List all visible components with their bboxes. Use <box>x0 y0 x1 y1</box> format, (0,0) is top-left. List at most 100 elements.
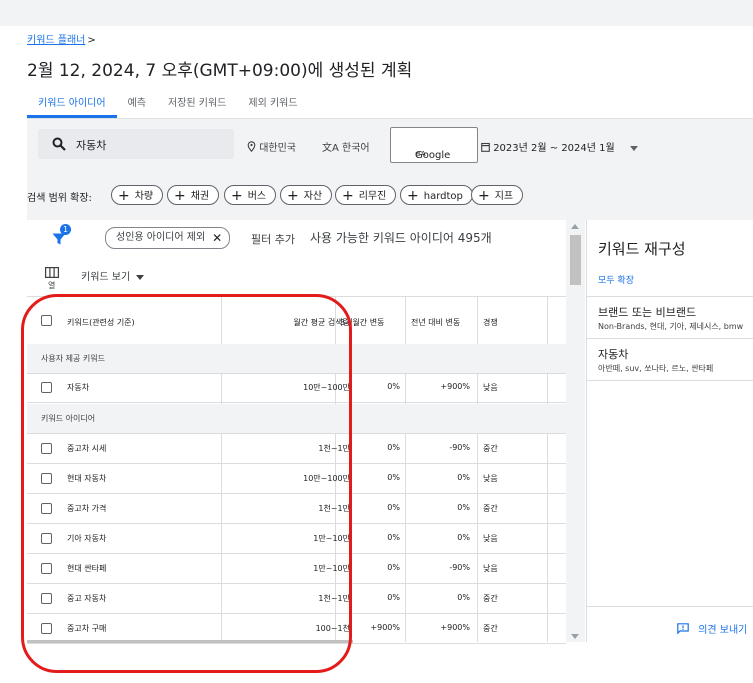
scroll-down-icon[interactable] <box>571 634 579 639</box>
yoy-cell: -90% <box>449 443 470 452</box>
date-range-label: 2023년 2월 ~ 2024년 1월 <box>493 143 615 154</box>
volume-cell: 10만~100만 <box>303 383 350 392</box>
scroll-up-icon[interactable] <box>571 224 579 229</box>
calendar-icon <box>481 142 490 154</box>
competition-cell: 낮음 <box>483 534 498 543</box>
column-header-yoy[interactable]: 전년 대비 변동 <box>411 317 460 328</box>
plus-icon: + <box>174 188 186 204</box>
table-row[interactable]: 중고 자동차 1천~1만 0% 0% 중간 <box>27 584 566 614</box>
location-label: 대한민국 <box>259 143 296 154</box>
column-header-three-month[interactable]: 3개월간 변동 <box>340 317 384 328</box>
competition-cell: 중간 <box>483 594 498 603</box>
three-month-cell: 0% <box>387 443 400 452</box>
tab-bar: 키워드 아이디어 예측 저장된 키워드 제외 키워드 <box>27 88 309 118</box>
column-header-competition[interactable]: 경쟁 <box>483 317 498 328</box>
table-row[interactable]: 자동차 10만~100만 0% +900% 낮음 <box>27 373 566 403</box>
broaden-chip[interactable]: + 리무진 <box>335 185 397 205</box>
broaden-chip[interactable]: + hardtop <box>400 185 473 205</box>
row-checkbox[interactable] <box>41 473 52 484</box>
broaden-chip[interactable]: + 지프 <box>471 185 524 205</box>
yoy-cell: 0% <box>457 503 470 512</box>
refine-group-brand-items: Non-Brands, 현대, 기아, 제네시스, bmw <box>598 322 744 331</box>
three-month-cell: 0% <box>387 533 400 542</box>
expand-all-link[interactable]: 모두 확장 <box>598 273 634 286</box>
table-row[interactable]: 현대 자동차 10만~100만 0% 0% 낮음 <box>27 464 566 494</box>
broaden-search-label: 검색 범위 확장: <box>27 193 92 204</box>
broaden-chip[interactable]: + 버스 <box>224 185 277 205</box>
yoy-cell: 0% <box>457 533 470 542</box>
three-month-cell: 0% <box>387 503 400 512</box>
breadcrumb[interactable]: 키워드 플래너 > <box>27 31 96 46</box>
row-checkbox[interactable] <box>41 503 52 514</box>
row-checkbox[interactable] <box>41 563 52 574</box>
select-all-checkbox[interactable] <box>41 315 52 326</box>
row-checkbox[interactable] <box>41 623 52 634</box>
feedback-label: 의견 보내기 <box>698 625 748 636</box>
table-header: 키워드(관련성 기준) 월간 평균 검색량 3개월간 변동 전년 대비 변동 경… <box>27 296 566 345</box>
broaden-chip[interactable]: + 차량 <box>111 185 164 205</box>
tab-keyword-ideas[interactable]: 키워드 아이디어 <box>27 88 117 118</box>
send-feedback-button[interactable]: 의견 보내기 <box>677 621 747 636</box>
competition-cell: 중간 <box>483 624 498 633</box>
yoy-cell: -90% <box>449 563 470 572</box>
add-filter-button[interactable]: 필터 추가 <box>251 231 295 247</box>
refine-keywords-title: 키워드 재구성 <box>598 240 686 258</box>
row-checkbox[interactable] <box>41 443 52 454</box>
competition-cell: 낮음 <box>483 474 498 483</box>
feedback-icon <box>677 623 689 636</box>
plus-icon: + <box>478 188 490 204</box>
yoy-cell: 0% <box>457 593 470 602</box>
horizontal-scrollbar[interactable] <box>27 640 353 643</box>
network-selector[interactable]: ≡A Google <box>390 127 478 163</box>
tab-forecast[interactable]: 예측 <box>117 88 157 118</box>
keyword-cell: 중고차 가격 <box>67 504 107 513</box>
keyword-cell: 중고 자동차 <box>67 594 107 603</box>
date-range-selector[interactable]: 2023년 2월 ~ 2024년 1월 <box>481 139 638 154</box>
row-checkbox[interactable] <box>41 533 52 544</box>
translate-icon: 文A <box>322 143 339 154</box>
keyword-search-box[interactable]: 자동차 <box>38 129 234 159</box>
broaden-chip[interactable]: + 자산 <box>280 185 333 205</box>
three-month-cell: 0% <box>387 473 400 482</box>
breadcrumb-link[interactable]: 키워드 플래너 <box>27 35 85 46</box>
competition-cell: 낮음 <box>483 564 498 573</box>
search-icon <box>52 136 66 155</box>
keyword-view-label: 키워드 보기 <box>81 272 131 283</box>
tab-saved-keywords[interactable]: 저장된 키워드 <box>157 88 237 118</box>
divider <box>587 296 753 297</box>
plus-icon: + <box>287 188 299 204</box>
table-row[interactable]: 중고차 시세 1천~1만 0% -90% 중간 <box>27 434 566 464</box>
column-header-keyword[interactable]: 키워드(관련성 기준) <box>67 317 135 328</box>
close-icon[interactable]: ✕ <box>212 228 222 248</box>
keyword-cell: 중고차 시세 <box>67 444 107 453</box>
table-row[interactable]: 현대 싼타페 1만~10만 0% -90% 낮음 <box>27 554 566 584</box>
table-row[interactable]: 기아 자동차 1만~10만 0% 0% 낮음 <box>27 524 566 554</box>
location-selector[interactable]: 대한민국 <box>247 139 296 154</box>
tab-negative-keywords[interactable]: 제외 키워드 <box>237 88 308 118</box>
three-month-cell: +900% <box>370 623 400 632</box>
refine-group-brand[interactable]: 브랜드 또는 비브랜드 <box>598 304 696 320</box>
filter-count-badge: 1 <box>60 224 71 235</box>
volume-cell: 1천~1만 <box>318 504 350 513</box>
section-keyword-ideas: 키워드 아이디어 <box>27 404 566 434</box>
divider <box>587 380 753 381</box>
row-checkbox[interactable] <box>41 382 52 393</box>
refine-group-car[interactable]: 자동차 <box>598 346 628 362</box>
divider <box>587 338 753 339</box>
keyword-view-dropdown[interactable]: 키워드 보기 <box>81 268 145 283</box>
keyword-cell: 현대 자동차 <box>67 474 107 483</box>
language-selector[interactable]: 文A 한국어 <box>322 139 370 154</box>
yoy-cell: +900% <box>440 382 470 391</box>
volume-cell: 10만~100만 <box>303 474 350 483</box>
table-row[interactable]: 중고차 가격 1천~1만 0% 0% 중간 <box>27 494 566 524</box>
dropdown-arrow-icon <box>629 145 638 151</box>
filter-chip-exclude-adult[interactable]: 성인용 아이디어 제외 ✕ <box>105 227 231 249</box>
divider <box>587 606 753 607</box>
volume-cell: 1천~1만 <box>318 444 350 453</box>
keyword-cell: 중고차 구매 <box>67 624 107 633</box>
available-ideas-count: 사용 가능한 키워드 아이디어 495개 <box>310 231 492 245</box>
plus-icon: + <box>231 188 243 204</box>
broaden-chip[interactable]: + 채권 <box>167 185 220 205</box>
row-checkbox[interactable] <box>41 593 52 604</box>
scrollbar-thumb[interactable] <box>570 235 581 285</box>
